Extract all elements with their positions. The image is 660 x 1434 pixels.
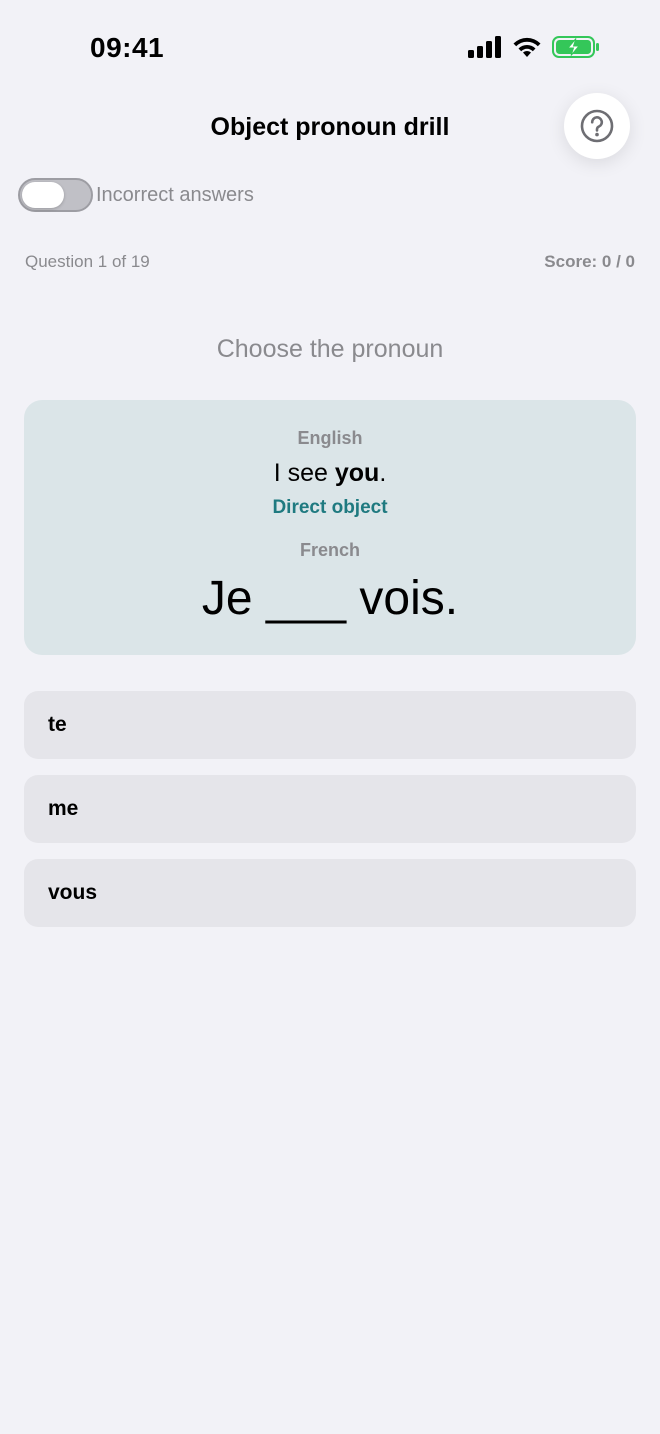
score-label: Score: 0 / 0 xyxy=(544,252,635,271)
english-sentence: I see you. xyxy=(24,456,636,490)
answer-option-vous[interactable]: vous xyxy=(24,859,636,927)
french-label: French xyxy=(299,540,360,560)
answer-options: te me vous xyxy=(24,691,636,943)
answer-option-te[interactable]: te xyxy=(24,691,636,759)
object-type-label: Direct object xyxy=(272,497,388,518)
question-circle-icon xyxy=(580,109,614,143)
incorrect-answers-toggle[interactable] xyxy=(18,178,93,212)
french-sentence: Je ___ vois. xyxy=(201,572,459,625)
toggle-label: Incorrect answers xyxy=(96,183,254,206)
english-sentence-end: . xyxy=(379,459,387,487)
toggle-knob xyxy=(22,182,64,208)
english-highlight: you xyxy=(334,459,380,487)
instruction-prompt: Choose the pronoun xyxy=(216,335,444,363)
progress-row: Question 1 of 19 Score: 0 / 0 xyxy=(25,250,635,274)
status-bar: 09:41 xyxy=(0,0,660,96)
answer-option-me[interactable]: me xyxy=(24,775,636,843)
help-button[interactable] xyxy=(564,93,630,159)
battery-charging-icon xyxy=(552,36,599,58)
question-counter: Question 1 of 19 xyxy=(25,252,150,271)
english-label: English xyxy=(297,428,363,448)
page-title: Object pronoun drill xyxy=(210,113,450,141)
question-card: English I see you. Direct object French … xyxy=(24,400,636,655)
wifi-icon xyxy=(513,37,541,57)
status-time: 09:41 xyxy=(90,32,165,63)
status-icons xyxy=(468,36,600,58)
cellular-signal-icon xyxy=(468,36,501,58)
incorrect-answers-setting: Incorrect answers xyxy=(18,178,254,212)
english-sentence-start: I see xyxy=(273,459,335,487)
